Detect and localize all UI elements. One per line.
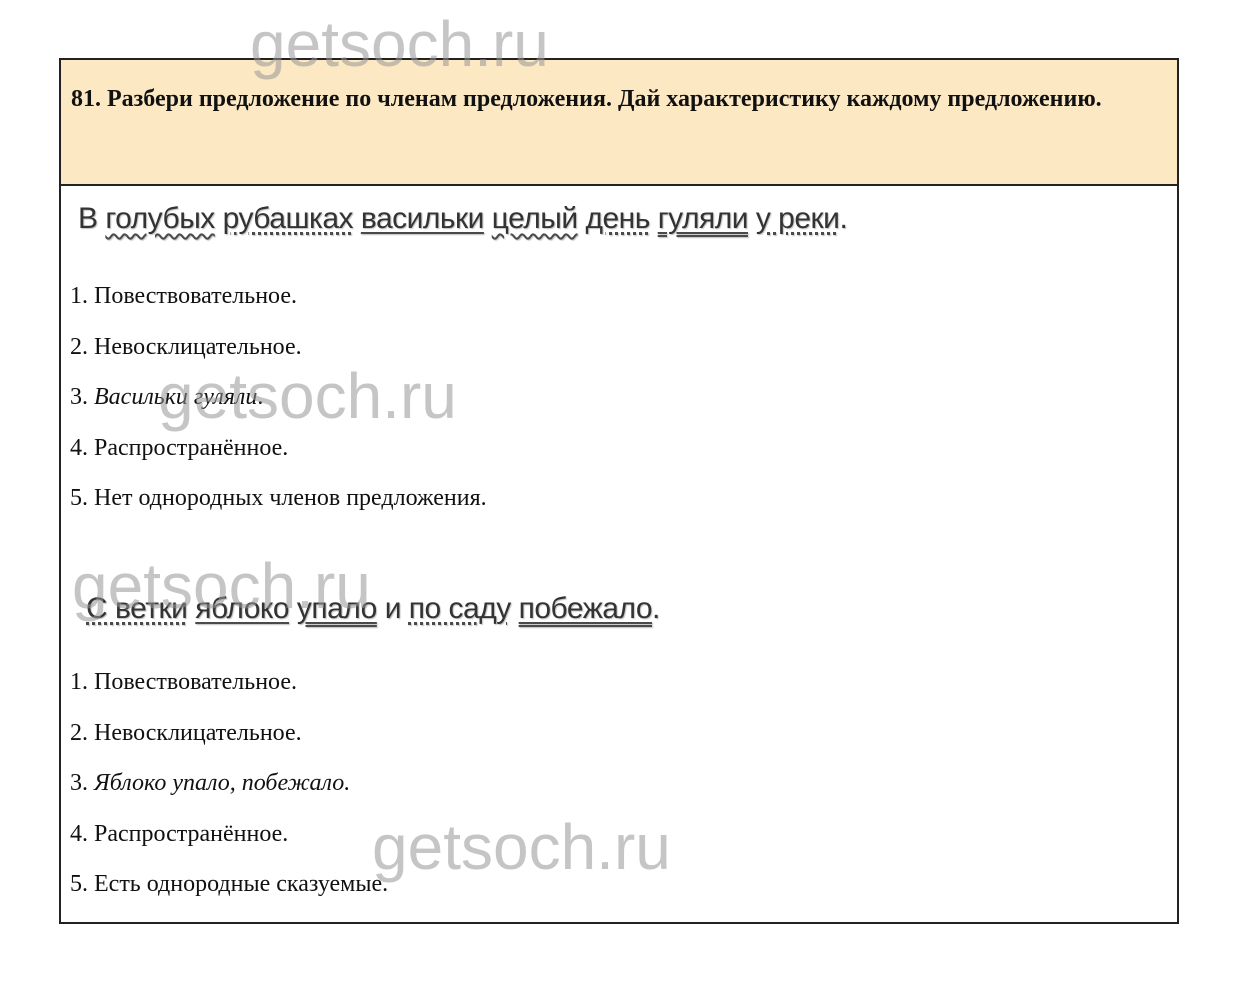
sentence-word: голубых [105, 202, 215, 235]
analysis-item: 2. Невосклицательное. [70, 322, 487, 373]
task-header: 81. Разбери предложение по членам предло… [61, 60, 1177, 186]
analysis-text: Повествовательное. [94, 283, 297, 309]
analysis-number: 3. [70, 384, 88, 410]
sentence-word: по саду [408, 592, 511, 625]
sentence-word: день [585, 202, 650, 235]
analysis-number: 3. [70, 770, 88, 796]
analysis-text: Невосклицательное. [94, 333, 302, 360]
analysis-item: 3. Васильки гуляли. [70, 372, 487, 423]
sentence-end: . [652, 592, 660, 625]
analysis-item: 5. Есть однородные сказуемые. [70, 859, 388, 910]
analysis-number: 5. [70, 485, 88, 511]
sentence-word: гуляли [657, 202, 749, 235]
task-text: 81. Разбери предложение по членам предло… [71, 86, 1102, 112]
analysis-text: Распространённое. [94, 820, 289, 847]
sentence-word: С ветки [86, 592, 188, 625]
analysis-number: 2. [70, 333, 88, 360]
sentence-end: . [839, 202, 848, 235]
analysis-number: 5. [70, 871, 88, 897]
sentence-word: целый [491, 202, 578, 235]
analysis-item: 4. Распространённое. [70, 809, 388, 860]
sentence-word: яблоко [195, 592, 290, 625]
analysis-list-2: 1. Повествовательное. 2. Невосклицательно… [70, 657, 388, 910]
analysis-item: 1. Повествовательное. [70, 271, 487, 322]
analysis-item: 5. Нет однородных членов предложения. [70, 473, 487, 524]
analysis-item: 4. Распространённое. [70, 423, 487, 474]
sentence-word: В [78, 202, 98, 235]
analysis-number: 1. [70, 283, 88, 309]
analysis-text: Есть однородные сказуемые. [94, 871, 389, 897]
sentence-word: васильки [360, 202, 485, 235]
analysis-number: 4. [70, 820, 88, 847]
analysis-list-1: 1. Повествовательное. 2. Невосклицательно… [70, 271, 487, 524]
analysis-number: 2. [70, 719, 88, 746]
analysis-text: Повествовательное. [94, 669, 297, 695]
analysis-text: Яблоко упало, побежало. [94, 770, 351, 796]
analysis-text: Распространённое. [94, 434, 289, 461]
analysis-text: Васильки гуляли [94, 384, 258, 410]
analysis-item: 1. Повествовательное. [70, 657, 388, 708]
analysis-tail: . [257, 384, 264, 410]
sentence-word: упало [296, 592, 377, 625]
analysis-number: 1. [70, 669, 88, 695]
analysis-item: 3. Яблоко упало, побежало. [70, 758, 388, 809]
sentence-word: и [384, 592, 402, 625]
analysis-text: Нет однородных членов предложения. [94, 485, 487, 511]
sentence-word: побежало [518, 592, 653, 625]
analysis-text: Невосклицательное. [94, 719, 302, 746]
sentence-1: В голубых рубашках васильки целый день г… [78, 202, 848, 236]
sentence-word: у реки [755, 202, 840, 235]
sentence-word: рубашках [222, 202, 354, 235]
sentence-2: С ветки яблоко упало и по саду побежало. [86, 592, 660, 626]
analysis-item: 2. Невосклицательное. [70, 708, 388, 759]
analysis-number: 4. [70, 434, 88, 461]
